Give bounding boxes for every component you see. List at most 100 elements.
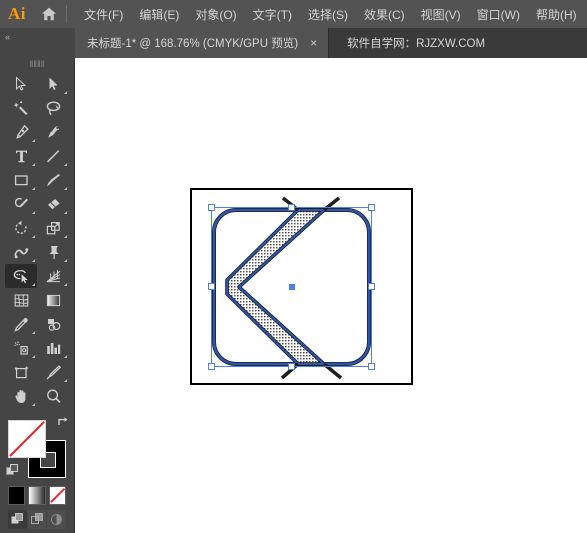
gradient-mode-button[interactable] (28, 486, 46, 505)
draw-behind-icon (30, 513, 43, 524)
mesh-tool[interactable] (5, 288, 37, 312)
arrow-cursor-icon (16, 76, 27, 91)
default-fill-stroke-icon[interactable] (6, 464, 19, 477)
document-tab-bar: « 未标题-1* @ 168.76% (CMYK/GPU 预览) × 软件自学网… (0, 28, 587, 58)
hand-tool[interactable] (5, 384, 37, 408)
flyout-indicator-icon (64, 259, 67, 262)
rectangle-tool[interactable] (5, 168, 37, 192)
flyout-indicator-icon (64, 379, 67, 382)
menu-file[interactable]: 文件(F) (77, 2, 130, 27)
free-transform-tool[interactable] (37, 240, 69, 264)
column-graph-tool[interactable] (37, 336, 69, 360)
menu-object[interactable]: 对象(O) (188, 2, 243, 27)
magic-wand-tool[interactable] (5, 96, 37, 120)
draw-inside-button[interactable] (47, 510, 67, 529)
eraser-tool[interactable] (37, 192, 69, 216)
close-icon[interactable]: × (308, 36, 319, 50)
draw-normal-button[interactable] (8, 510, 27, 529)
paintbrush-tool[interactable] (37, 168, 69, 192)
selection-bounding-box[interactable] (208, 204, 375, 370)
document-tab[interactable]: 未标题-1* @ 168.76% (CMYK/GPU 预览) × (75, 28, 330, 58)
pushpin-icon (49, 245, 59, 259)
menu-window[interactable]: 窗口(W) (470, 2, 527, 27)
perspective-grid-icon (46, 269, 60, 282)
fill-stroke-controls (0, 414, 74, 480)
line-segment-tool[interactable] (37, 144, 69, 168)
document-canvas[interactable] (75, 58, 587, 533)
none-slash-icon (9, 421, 45, 457)
none-mode-button[interactable] (48, 486, 66, 505)
mesh-icon (14, 293, 28, 307)
slice-tool[interactable] (37, 360, 69, 384)
type-t-icon (15, 150, 27, 162)
fill-swatch[interactable] (8, 420, 46, 458)
flyout-indicator-icon (32, 355, 35, 358)
handle-middle-right[interactable] (368, 283, 375, 290)
tools-panel: ‖‖‖‖ (0, 58, 75, 533)
eyedropper-icon (13, 317, 28, 332)
toolbar-collapse-area[interactable]: « (0, 28, 75, 58)
handle-bottom-right[interactable] (368, 363, 375, 370)
perspective-grid-tool[interactable] (37, 264, 69, 288)
zoom-tool[interactable] (37, 384, 69, 408)
menu-select[interactable]: 选择(S) (301, 2, 355, 27)
flyout-indicator-icon (32, 211, 35, 214)
curvature-tool[interactable] (37, 120, 69, 144)
tools-panel-grip[interactable]: ‖‖‖‖ (0, 58, 74, 70)
menu-view[interactable]: 视图(V) (414, 2, 468, 27)
scale-tool[interactable] (37, 216, 69, 240)
menu-effect[interactable]: 效果(C) (357, 2, 412, 27)
blend-tool[interactable] (37, 312, 69, 336)
slice-knife-icon (46, 364, 61, 379)
handle-bottom-left[interactable] (208, 363, 215, 370)
flyout-indicator-icon (64, 163, 67, 166)
handle-bottom-center[interactable] (287, 363, 295, 370)
shaper-pencil-tool[interactable] (5, 192, 37, 216)
flyout-indicator-icon (64, 355, 67, 358)
type-tool[interactable] (5, 144, 37, 168)
gradient-icon (46, 294, 60, 306)
handle-top-left[interactable] (208, 204, 215, 211)
symbol-sprayer-tool[interactable] (5, 336, 37, 360)
menu-type[interactable]: 文字(T) (246, 2, 299, 27)
eyedropper-tool[interactable] (5, 312, 37, 336)
magnifier-icon (46, 389, 61, 403)
flyout-indicator-icon (64, 211, 67, 214)
gradient-tool[interactable] (37, 288, 69, 312)
menu-bar: Ai 文件(F) 编辑(E) 对象(O) 文字(T) 选择(S) 效果(C) 视… (0, 0, 587, 28)
flyout-indicator-icon (32, 187, 35, 190)
handle-middle-left[interactable] (208, 283, 215, 290)
handle-top-center[interactable] (287, 204, 295, 211)
draw-behind-button[interactable] (27, 510, 47, 529)
menu-divider (66, 5, 67, 23)
shape-builder-icon (13, 269, 28, 283)
swap-fill-stroke-icon[interactable] (56, 416, 70, 430)
width-warp-icon (13, 247, 29, 258)
symbol-sprayer-icon (13, 341, 28, 355)
shape-builder-tool[interactable] (5, 264, 37, 288)
color-mode-button[interactable] (8, 486, 26, 505)
screen-mode-row (0, 529, 74, 533)
direct-selection-tool[interactable] (37, 72, 69, 96)
selection-center-point (288, 284, 295, 290)
collapse-panel-icon[interactable]: « (5, 32, 10, 42)
home-icon[interactable] (34, 0, 64, 28)
app-logo: Ai (8, 4, 26, 23)
curvature-icon (47, 125, 59, 138)
pen-tool[interactable] (5, 120, 37, 144)
flyout-indicator-icon (64, 283, 67, 286)
flyout-indicator-icon (32, 283, 35, 286)
flyout-indicator-icon (64, 187, 67, 190)
rotate-tool[interactable] (5, 216, 37, 240)
bar-chart-icon (46, 342, 60, 354)
handle-top-right[interactable] (368, 204, 375, 211)
selection-tool[interactable] (5, 72, 37, 96)
flyout-indicator-icon (64, 235, 67, 238)
flyout-indicator-icon (32, 259, 35, 262)
draw-normal-icon (11, 513, 23, 524)
menu-help[interactable]: 帮助(H) (529, 2, 584, 27)
width-tool[interactable] (5, 240, 37, 264)
lasso-tool[interactable] (37, 96, 69, 120)
menu-edit[interactable]: 编辑(E) (132, 2, 186, 27)
artboard-tool[interactable] (5, 360, 37, 384)
